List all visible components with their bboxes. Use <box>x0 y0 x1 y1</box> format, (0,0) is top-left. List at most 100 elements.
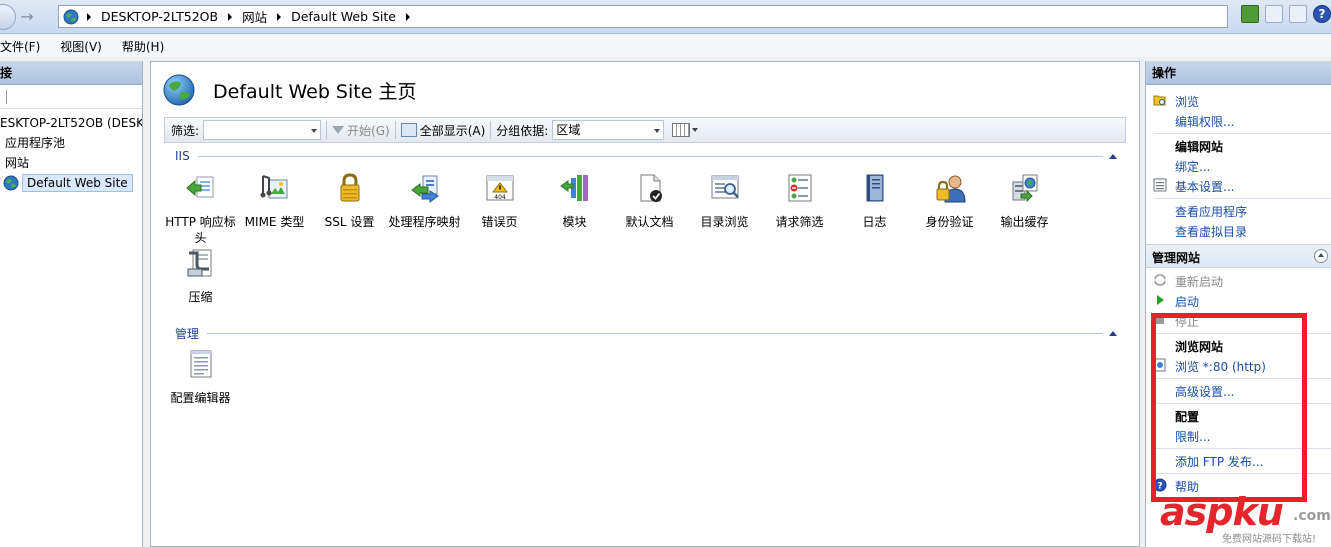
feature-ssl-settings[interactable]: SSL 设置 <box>312 172 387 230</box>
action-browse-80[interactable]: 浏览 *:80 (http) <box>1175 358 1266 375</box>
action-view-applications[interactable]: 查看应用程序 <box>1175 203 1247 220</box>
menu-view[interactable]: 视图(V) <box>50 38 112 55</box>
chevron-down-icon <box>311 129 318 133</box>
view-mode-icon[interactable] <box>672 123 691 137</box>
funnel-icon <box>332 126 345 134</box>
compression-icon <box>187 249 211 277</box>
home-icon[interactable] <box>1289 5 1307 23</box>
tree-item-sites[interactable]: 网站 <box>0 153 142 173</box>
action-start[interactable]: 启动 <box>1175 293 1199 310</box>
group-by-value: 区域 <box>556 123 581 137</box>
tree-label: 网站 <box>5 156 30 170</box>
default-document-icon <box>640 174 662 202</box>
feature-mime-types[interactable]: MIME 类型 <box>237 172 312 230</box>
feature-output-caching[interactable]: 输出缓存 <box>987 172 1062 230</box>
action-add-ftp[interactable]: 添加 FTP 发布... <box>1175 453 1263 470</box>
feature-http-response-headers[interactable]: HTTP 响应标头 <box>163 172 238 246</box>
config-title: 配置 <box>1175 410 1200 424</box>
feature-default-document[interactable]: 默认文档 <box>612 172 687 230</box>
tree-label: Default Web Site <box>22 174 133 192</box>
feature-configuration-editor[interactable]: 配置编辑器 <box>163 348 238 406</box>
action-advanced-settings[interactable]: 高级设置... <box>1175 383 1234 400</box>
feature-label: 处理程序映射 <box>388 215 461 229</box>
collapse-icon[interactable] <box>1109 153 1117 159</box>
refresh-icon[interactable] <box>1241 5 1259 23</box>
forward-button[interactable]: → <box>16 6 38 28</box>
breadcrumb-sites[interactable]: 网站 <box>242 7 267 26</box>
section-management[interactable]: 管理 <box>175 325 1117 342</box>
address-bar: → DESKTOP-2LT52OB 网站 Default Web Site ? <box>0 0 1331 34</box>
feature-label: 日志 <box>862 215 887 229</box>
page-title-row: Default Web Site 主页 <box>163 74 416 106</box>
chevron-down-icon <box>654 129 661 133</box>
connections-toolbar <box>0 85 142 109</box>
action-view-virtual-dirs[interactable]: 查看虚拟目录 <box>1175 223 1247 240</box>
globe-icon <box>163 74 195 106</box>
feature-label: HTTP 响应标头 <box>165 215 236 245</box>
breadcrumb-server[interactable]: DESKTOP-2LT52OB <box>101 9 218 24</box>
feature-handler-mappings[interactable]: 处理程序映射 <box>387 172 462 230</box>
show-all-label: 全部显示(A) <box>419 123 486 138</box>
action-browse[interactable]: 浏览 <box>1175 93 1199 110</box>
feature-label: 目录浏览 <box>700 215 749 229</box>
feature-modules[interactable]: 模块 <box>537 172 612 230</box>
modules-icon <box>559 175 588 201</box>
action-stop[interactable]: 停止 <box>1175 313 1199 330</box>
stop-icon[interactable] <box>1265 5 1283 23</box>
manage-site-header[interactable]: 管理网站 <box>1146 244 1331 268</box>
start-filter-button[interactable]: 开始(G) <box>332 122 390 139</box>
action-edit-permissions[interactable]: 编辑权限... <box>1175 113 1234 130</box>
feature-label: SSL 设置 <box>324 215 375 229</box>
logging-icon <box>866 174 883 202</box>
ssl-lock-icon <box>340 173 359 202</box>
watermark-tld: .com <box>1293 508 1331 524</box>
collapse-icon[interactable] <box>1109 331 1117 336</box>
authentication-icon <box>936 175 966 203</box>
tree-item-server[interactable]: ESKTOP-2LT52OB (DESKT <box>0 113 142 133</box>
restart-icon <box>1154 274 1166 286</box>
feature-authentication[interactable]: 身份验证 <box>912 172 987 230</box>
feature-request-filtering[interactable]: 请求筛选 <box>762 172 837 230</box>
handler-mappings-icon <box>410 175 439 203</box>
feature-label: 默认文档 <box>625 215 674 229</box>
feature-label: 输出缓存 <box>1000 215 1049 229</box>
feature-error-pages[interactable]: 404 错误页 <box>462 172 537 230</box>
back-button[interactable] <box>0 4 16 30</box>
show-all-button[interactable]: 全部显示(A) <box>400 122 486 139</box>
section-iis[interactable]: IIS <box>175 149 1117 163</box>
tree-label: ESKTOP-2LT52OB (DESKT <box>0 116 142 130</box>
breadcrumb-site[interactable]: Default Web Site <box>291 9 396 24</box>
menu-file[interactable]: 文件(F) <box>0 38 50 55</box>
start-filter-label: 开始(G) <box>347 123 390 138</box>
tree-item-app-pools[interactable]: 应用程序池 <box>0 133 142 153</box>
action-limits[interactable]: 限制... <box>1175 428 1210 445</box>
help-icon[interactable]: ? <box>1313 5 1331 23</box>
feature-label: 请求筛选 <box>775 215 824 229</box>
menu-help[interactable]: 帮助(H) <box>112 38 174 55</box>
action-bindings[interactable]: 绑定... <box>1175 158 1210 175</box>
address-box[interactable]: DESKTOP-2LT52OB 网站 Default Web Site <box>58 5 1228 28</box>
crumb-separator-icon <box>228 12 233 21</box>
collapse-icon[interactable] <box>1314 249 1328 263</box>
error-pages-icon: 404 <box>486 175 513 201</box>
group-by-select[interactable]: 区域 <box>552 120 665 140</box>
feature-directory-browsing[interactable]: 目录浏览 <box>687 172 762 230</box>
connections-tree: ESKTOP-2LT52OB (DESKT 应用程序池 网站 Default W… <box>0 109 142 193</box>
filter-bar: 筛选: 开始(G) 全部显示(A) 分组依据: 区域 <box>164 117 1126 143</box>
toolbar-icons: ? <box>1241 5 1331 23</box>
feature-label: 压缩 <box>188 290 213 304</box>
filter-label: 筛选: <box>171 123 200 138</box>
feature-label: 错误页 <box>481 215 518 229</box>
edit-site-title: 编辑网站 <box>1175 140 1224 154</box>
feature-label: 身份验证 <box>925 215 974 229</box>
feature-compression[interactable]: 压缩 <box>163 247 238 305</box>
action-restart[interactable]: 重新启动 <box>1175 273 1223 290</box>
filter-input[interactable] <box>203 120 322 140</box>
chevron-down-icon[interactable] <box>692 128 699 132</box>
feature-logging[interactable]: 日志 <box>837 172 912 230</box>
tree-item-default-web-site[interactable]: Default Web Site <box>0 173 142 193</box>
watermark: aspku .com 免费网站源码下载站! <box>1160 490 1331 547</box>
action-basic-settings[interactable]: 基本设置... <box>1175 178 1234 195</box>
stop-square-icon <box>1156 316 1164 324</box>
request-filtering-icon <box>788 174 811 202</box>
